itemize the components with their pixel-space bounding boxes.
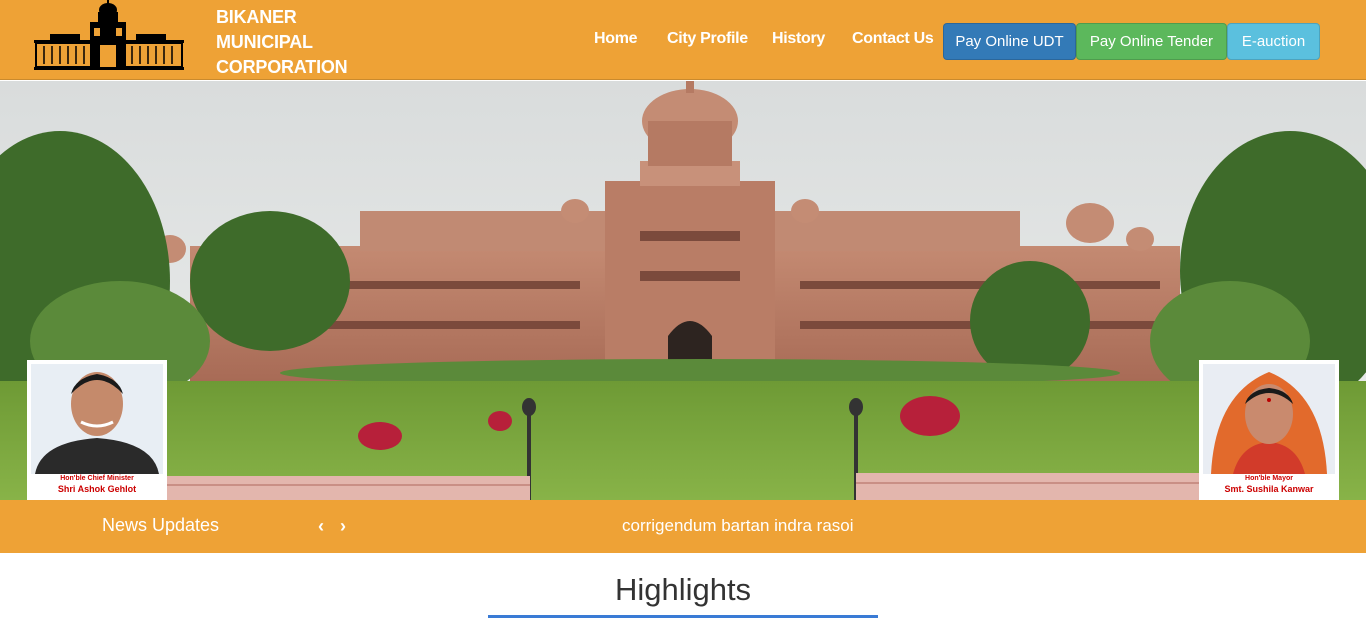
hero-slider: › <box>0 81 1366 500</box>
nav-city-profile[interactable]: City Profile <box>667 30 748 48</box>
news-ticker-item[interactable]: corrigendum bartan indra rasoi <box>622 516 854 536</box>
nav-history[interactable]: History <box>772 30 825 48</box>
site-header: BIKANER MUNICIPAL CORPORATION Home City … <box>0 0 1366 80</box>
news-prev-chevron-left-icon[interactable]: ‹ <box>318 516 324 537</box>
site-brand-name[interactable]: BIKANER MUNICIPAL CORPORATION <box>216 5 348 80</box>
mayor-portrait: Hon'ble Mayor Smt. Sushila Kanwar <box>1199 360 1339 500</box>
nav-home-link[interactable]: Home <box>594 30 638 48</box>
chief-minister-role: Hon'ble Chief Minister <box>60 475 134 482</box>
pay-online-tender-button[interactable]: Pay Online Tender <box>1076 23 1227 60</box>
palace-photo <box>0 81 1366 500</box>
news-next-chevron-right-icon[interactable]: › <box>340 516 346 537</box>
nav-contact-us[interactable]: Contact Us <box>852 30 934 48</box>
mayor-name: Smt. Sushila Kanwar <box>1224 484 1314 494</box>
chief-minister-name: Shri Ashok Gehlot <box>57 484 137 494</box>
chief-minister-photo <box>31 364 163 474</box>
mayor-photo <box>1203 364 1335 474</box>
highlights-heading: Highlights <box>614 572 752 607</box>
municipal-building-logo[interactable] <box>30 0 188 74</box>
news-updates-title: News Updates <box>102 515 220 535</box>
brand-line-3: CORPORATION <box>216 57 348 77</box>
highlights-underline <box>488 615 878 618</box>
e-auction-button[interactable]: E-auction <box>1227 23 1320 60</box>
mayor-role: Hon'ble Mayor <box>1245 475 1293 482</box>
brand-line-2: MUNICIPAL <box>216 32 313 52</box>
news-updates-bar: News Updates ‹ › corrigendum bartan indr… <box>0 500 1366 553</box>
chief-minister-portrait: Hon'ble Chief Minister Shri Ashok Gehlot <box>27 360 167 500</box>
brand-line-1: BIKANER <box>216 7 297 27</box>
pay-online-udt-button[interactable]: Pay Online UDT <box>943 23 1076 60</box>
